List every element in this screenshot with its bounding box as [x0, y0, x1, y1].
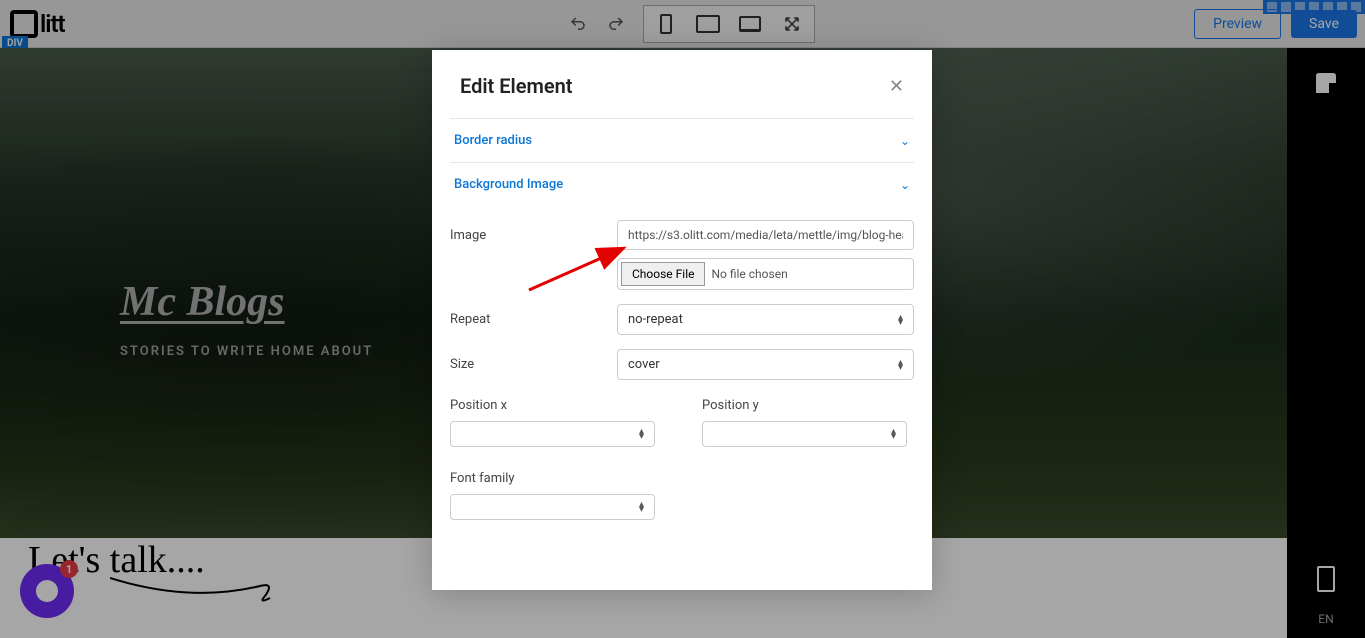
position-x-label: Position x: [450, 398, 662, 413]
font-family-select[interactable]: ▴▾: [450, 494, 655, 520]
repeat-select[interactable]: no-repeat ▴▾: [617, 304, 914, 335]
select-arrows-icon: ▴▾: [898, 360, 903, 370]
select-arrows-icon: ▴▾: [639, 502, 644, 512]
modal-close-button[interactable]: ✕: [889, 76, 904, 97]
size-label: Size: [450, 357, 605, 372]
modal-title: Edit Element: [460, 74, 573, 98]
file-status-text: No file chosen: [711, 267, 787, 281]
select-value: no-repeat: [628, 312, 683, 327]
section-label: Border radius: [454, 133, 532, 148]
select-arrows-icon: ▴▾: [639, 429, 644, 439]
size-select[interactable]: cover ▴▾: [617, 349, 914, 380]
section-label: Background Image: [454, 177, 563, 192]
chevron-down-icon: ⌄: [900, 134, 910, 148]
image-label: Image: [450, 228, 605, 243]
edit-element-modal: Edit Element ✕ Border radius ⌄ Backgroun…: [432, 50, 932, 590]
border-radius-section-header[interactable]: Border radius ⌄: [450, 118, 914, 162]
position-y-select[interactable]: ▴▾: [702, 421, 907, 447]
position-y-label: Position y: [702, 398, 914, 413]
position-x-select[interactable]: ▴▾: [450, 421, 655, 447]
select-value: cover: [628, 357, 660, 372]
image-url-input[interactable]: [617, 220, 914, 250]
chevron-down-icon: ⌄: [900, 178, 910, 192]
repeat-label: Repeat: [450, 312, 605, 327]
select-arrows-icon: ▴▾: [891, 429, 896, 439]
file-chooser: Choose File No file chosen: [617, 258, 914, 290]
choose-file-button[interactable]: Choose File: [621, 262, 705, 286]
font-family-label: Font family: [450, 471, 914, 486]
background-image-section-header[interactable]: Background Image ⌄: [450, 162, 914, 206]
select-arrows-icon: ▴▾: [898, 315, 903, 325]
